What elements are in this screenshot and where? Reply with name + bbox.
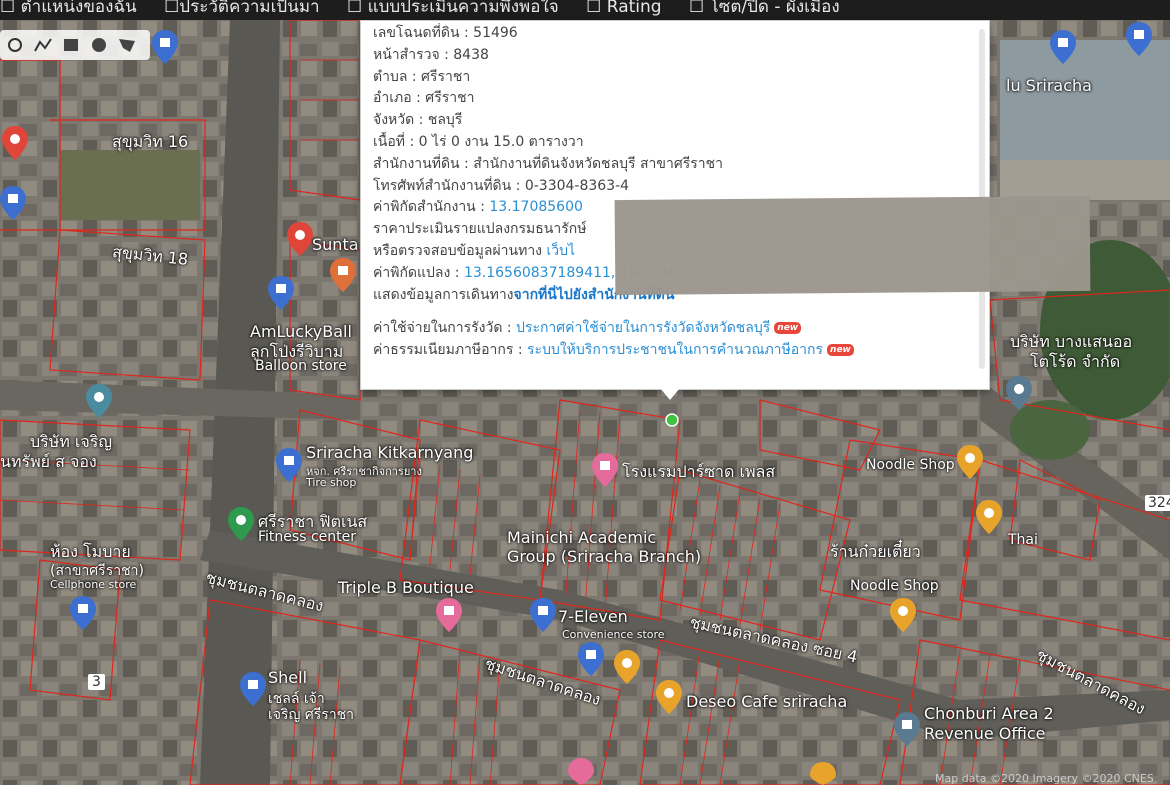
- district: อำเภอ : ศรีราชา: [373, 90, 475, 107]
- my-location-toggle[interactable]: ☐ ตำแหน่งของฉัน: [0, 0, 137, 16]
- blue-fuel-pin-icon[interactable]: [240, 672, 266, 708]
- teal-place-pin-icon[interactable]: [86, 384, 112, 420]
- place-label-sriracha-top: lu Sriracha: [1006, 76, 1092, 95]
- place-category-tire-shop: Tire shop: [306, 476, 357, 489]
- redaction-overlay: [614, 195, 1091, 296]
- orange-food-pin-icon[interactable]: [614, 650, 640, 686]
- orange-food-pin-icon[interactable]: [976, 500, 1002, 536]
- rating-toggle[interactable]: ☐ Rating: [586, 0, 661, 16]
- place-category-convenience-store: Convenience store: [562, 628, 665, 641]
- hand-tool-icon[interactable]: [4, 34, 26, 56]
- land-office: สำนักงานที่ดิน : สำนักงานที่ดินจังหวัดชล…: [373, 155, 723, 172]
- road-shield-3: 3: [88, 674, 105, 690]
- office-coordinate-label: ค่าพิกัดสำนักงาน :: [373, 199, 490, 216]
- blue-shop-pin-icon[interactable]: [70, 596, 96, 632]
- parcel-coordinate-label: ค่าพิกัดแปลง :: [373, 264, 464, 281]
- place-category-balloon-store: Balloon store: [255, 358, 347, 374]
- city-plan-toggle[interactable]: ☐ โซต/ปิด - ผังเมือง: [689, 0, 840, 16]
- office-phone: โทรศัพท์สำนักงานที่ดิน : 0-3304-8363-4: [373, 177, 630, 194]
- place-label-company-left-2: นทรัพย์ ส จอง: [0, 452, 97, 471]
- satisfaction-survey-toggle[interactable]: ☐ แบบประเมินความพึงพอใจ: [347, 0, 559, 16]
- new-badge: new: [827, 344, 854, 357]
- orange-food-pin-icon[interactable]: [957, 445, 983, 481]
- tax-row: ค่าธรรมเนียมภาษีอากร : ระบบให้บริการประช…: [373, 340, 977, 362]
- orange-cafe-pin-icon[interactable]: [656, 680, 682, 716]
- survey-fee-row: ค่าใช้จ่ายในการรังวัด : ประกาศค่าใช้จ่าย…: [373, 318, 977, 340]
- place-label-amlucky: AmLuckyBall: [250, 322, 352, 341]
- place-label-chonburi-area-2: Chonburi Area 2: [924, 704, 1054, 723]
- place-label-mainichi-branch: Group (Sriracha Branch): [507, 547, 702, 566]
- road-shield-324: 324: [1145, 495, 1170, 511]
- map-attribution: Map data ©2020 Imagery ©2020 CNES: [935, 772, 1154, 785]
- place-label-triple-b-boutique: Triple B Boutique: [338, 578, 474, 597]
- place-label-deseo-cafe: Deseo Cafe sriracha: [686, 692, 848, 711]
- blue-shop-pin-icon[interactable]: [0, 186, 26, 222]
- top-toolbar: ☐ ตำแหน่งของฉัน ☐ประวัติความเป็นมา ☐ แบบ…: [0, 0, 1170, 20]
- red-place-pin-icon[interactable]: [287, 222, 313, 258]
- survey-fee-link[interactable]: ประกาศค่าใช้จ่ายในการรังวัดจังหวัดชลบุรี: [516, 320, 770, 336]
- orange-food-pin-icon[interactable]: [810, 762, 836, 785]
- gray-government-pin-icon[interactable]: [894, 712, 920, 748]
- tax-label: ค่าธรรมเนียมภาษีอากร :: [373, 342, 528, 359]
- place-label-noodle-thai: ร้านก๋วยเตี๋ยว: [830, 542, 921, 561]
- drawing-toolbar: [0, 30, 150, 60]
- directions-label: แสดงข้อมูลการเดินทาง: [373, 286, 514, 303]
- polygon-tool-icon[interactable]: [116, 34, 138, 56]
- place-label-revenue-office: Revenue Office: [924, 724, 1046, 743]
- pink-shop-pin-icon[interactable]: [568, 758, 594, 785]
- blue-shop-pin-icon[interactable]: [578, 642, 604, 678]
- place-label-shell-thai-2: เจริญ ศรีราชา: [268, 707, 355, 723]
- history-toggle[interactable]: ☐ประวัติความเป็นมา: [164, 0, 320, 16]
- place-label-shell: Shell: [268, 668, 308, 687]
- place-label-noodle-shop-1: Noodle Shop: [866, 457, 955, 473]
- office-coordinate-link[interactable]: 13.17085600: [489, 199, 583, 215]
- place-label-hotel: โรงแรมปาร์ซาด เพลส: [622, 462, 776, 481]
- popup-tail: [660, 388, 680, 400]
- blue-shop-pin-icon[interactable]: [276, 448, 302, 484]
- tax-link[interactable]: ระบบให้บริการประชาชนในการคำนวณภาษีอากร: [527, 342, 823, 358]
- gray-place-pin-icon[interactable]: [1006, 376, 1032, 412]
- check-online-label: หรือตรวจสอบข้อมูลผ่านทาง: [373, 242, 547, 259]
- land-area: เนื้อที่ : 0 ไร่ 0 งาน 15.0 ตารางวา: [373, 133, 584, 150]
- red-place-pin-icon[interactable]: [2, 126, 28, 162]
- road-label-sukhumvit-16: สุขุมวิท 16: [112, 132, 189, 151]
- place-label-noodle-shop-2: Noodle Shop: [850, 578, 939, 594]
- orange-shop-pin-icon[interactable]: [330, 258, 356, 294]
- blue-shop-pin-icon[interactable]: [1050, 30, 1076, 66]
- blue-shop-pin-icon[interactable]: [268, 276, 294, 312]
- place-label-seven-eleven: 7-Eleven: [558, 607, 628, 626]
- blue-shop-pin-icon[interactable]: [1126, 22, 1152, 58]
- blue-shop-pin-icon[interactable]: [530, 598, 556, 634]
- place-category-fitness-center: Fitness center: [258, 529, 356, 545]
- orange-food-pin-icon[interactable]: [890, 598, 916, 634]
- place-category-thai: Thai: [1008, 532, 1038, 548]
- subdistrict: ตำบล : ศรีราชา: [373, 68, 471, 85]
- check-online-link[interactable]: เว็บไ: [546, 243, 575, 259]
- place-label-sriracha-kitkarnyang: Sriracha Kitkarnyang: [306, 443, 474, 462]
- circle-tool-icon[interactable]: [88, 34, 110, 56]
- place-label-company-right-2: โตโร้ด จำกัด: [1030, 352, 1121, 371]
- new-badge: new: [774, 322, 802, 335]
- pink-hotel-pin-icon[interactable]: [592, 453, 618, 489]
- place-category-cellphone-store: Cellphone store: [50, 578, 137, 591]
- polyline-tool-icon[interactable]: [32, 34, 54, 56]
- rectangle-tool-icon[interactable]: [60, 34, 82, 56]
- blue-shop-pin-icon[interactable]: [152, 30, 178, 66]
- green-fitness-pin-icon[interactable]: [228, 507, 254, 543]
- deed-number: เลขโฉนดที่ดิน : 51496: [373, 25, 518, 41]
- pink-shop-pin-icon[interactable]: [436, 598, 462, 634]
- survey-fee-label: ค่าใช้จ่ายในการรังวัด :: [373, 320, 517, 337]
- place-label-mainichi: Mainichi Academic: [507, 528, 657, 547]
- survey-page: หน้าสำรวจ : 8438: [373, 46, 489, 63]
- place-label-sunta: Sunta: [312, 235, 359, 254]
- province: จังหวัด : ชลบุรี: [373, 112, 463, 129]
